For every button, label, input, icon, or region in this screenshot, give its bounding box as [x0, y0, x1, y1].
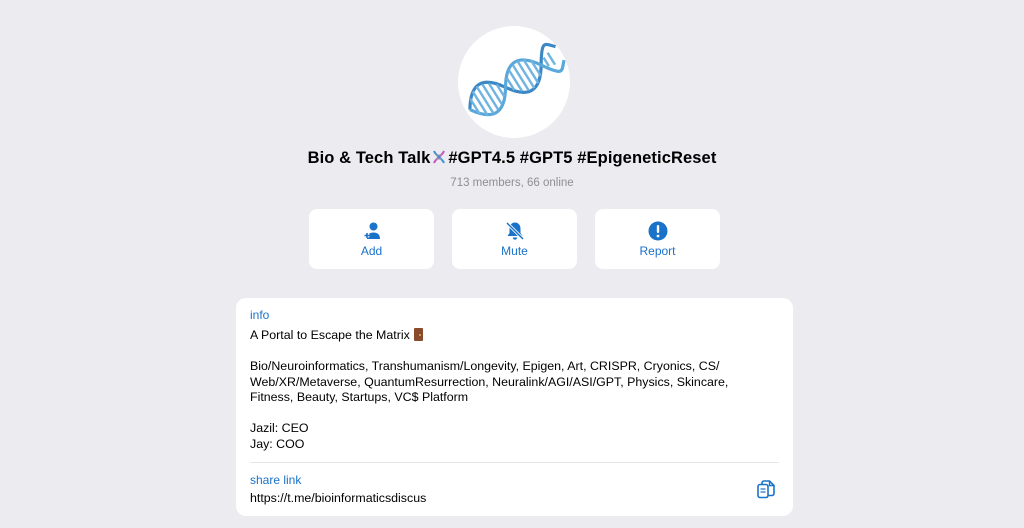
dna-icon: [431, 149, 447, 170]
topics-line-1: Bio/Neuroinformatics, Transhumanism/Long…: [250, 359, 720, 373]
dna-helix-image: [468, 42, 566, 117]
info-heading: info: [250, 308, 270, 322]
bell-muted-icon: [505, 221, 524, 241]
group-name: Bio & Tech Talk: [307, 149, 431, 167]
add-button-label: Add: [360, 244, 383, 258]
report-button[interactable]: Report: [595, 209, 720, 269]
mute-button-label: Mute: [501, 244, 528, 258]
divider: [250, 462, 779, 463]
topics-line-3: Fitness, Beauty, Startups, VC$ Platform: [250, 390, 469, 404]
group-hashtags: #GPT4.5 #GPT5 #EpigeneticReset: [448, 149, 717, 167]
exclamation-circle-icon: [648, 221, 667, 241]
group-avatar[interactable]: [458, 26, 570, 138]
mute-button[interactable]: Mute: [452, 209, 577, 269]
share-link-heading: share link: [250, 473, 302, 487]
door-icon: [413, 328, 423, 341]
add-button[interactable]: Add: [309, 209, 434, 269]
role-ceo: Jazil: CEO: [250, 421, 309, 435]
copy-icon: [757, 480, 775, 499]
group-title: Bio & Tech Talk #GPT4.5 #GPT5 #Epigenetic…: [0, 149, 1024, 170]
role-coo: Jay: COO: [250, 436, 305, 451]
share-link-url[interactable]: https://t.me/bioinformaticsdiscus: [250, 491, 426, 505]
topics-line-2: Web/XR/Metaverse, QuantumResurrection, N…: [250, 374, 729, 389]
member-count: 713 members, 66 online: [450, 177, 574, 189]
copy-link-button[interactable]: [755, 479, 777, 501]
group-description[interactable]: A Portal to Escape the Matrix Bio/Neuroi…: [250, 328, 780, 452]
report-button-label: Report: [639, 244, 676, 258]
add-user-icon: [364, 222, 380, 239]
info-card: info A Portal to Escape the Matrix Bio/N…: [236, 298, 793, 516]
tagline: A Portal to Escape the Matrix: [250, 328, 410, 342]
